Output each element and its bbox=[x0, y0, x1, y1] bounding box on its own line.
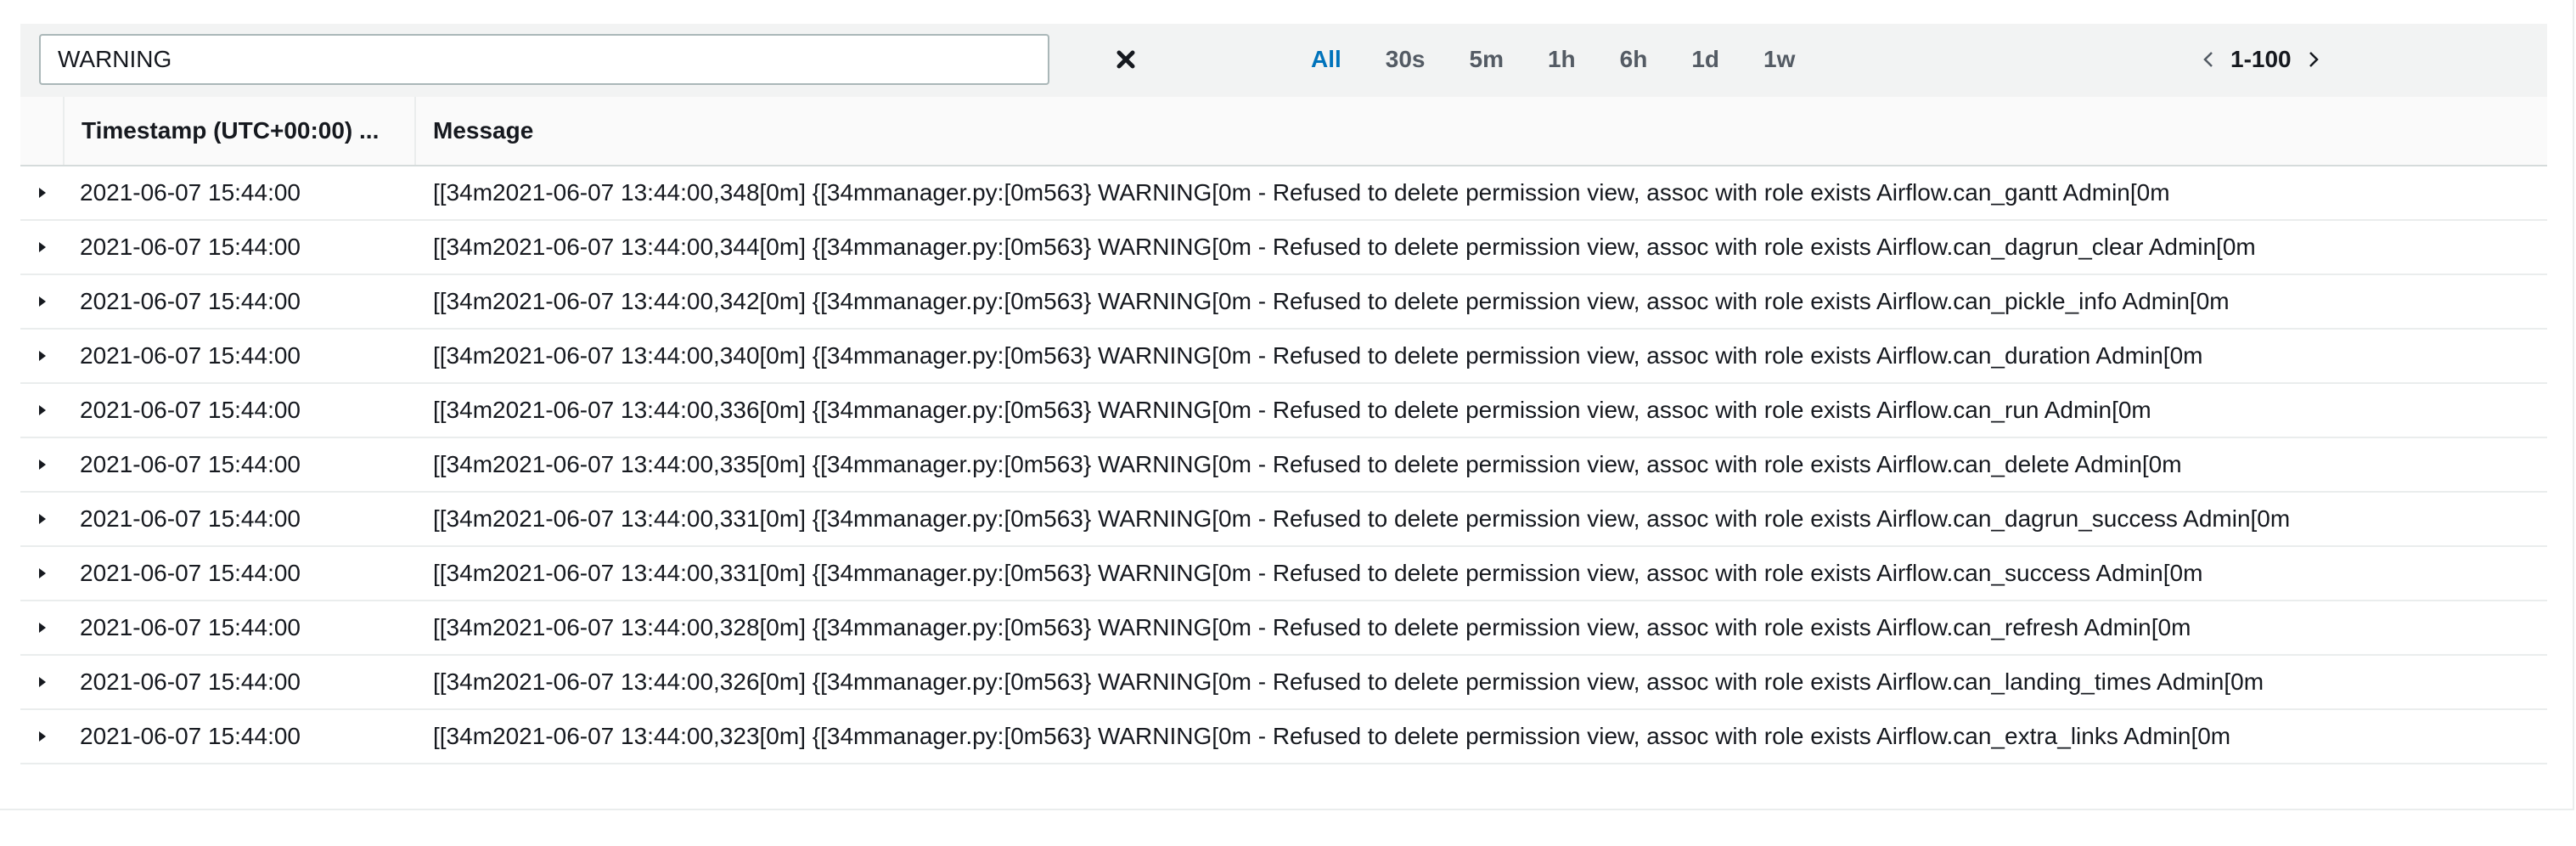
expand-row-button[interactable] bbox=[20, 601, 65, 654]
caret-right-icon bbox=[39, 405, 46, 415]
table-row[interactable]: 2021-06-07 15:44:00 [[34m2021-06-07 13:4… bbox=[20, 656, 2547, 710]
timestamp-cell: 2021-06-07 15:44:00 bbox=[80, 560, 301, 586]
table-row[interactable]: 2021-06-07 15:44:00 [[34m2021-06-07 13:4… bbox=[20, 493, 2547, 547]
time-filter-6h[interactable]: 6h bbox=[1620, 46, 1648, 73]
time-filter-30s[interactable]: 30s bbox=[1386, 46, 1426, 73]
table-row[interactable]: 2021-06-07 15:44:00 [[34m2021-06-07 13:4… bbox=[20, 166, 2547, 221]
table-row[interactable]: 2021-06-07 15:44:00 [[34m2021-06-07 13:4… bbox=[20, 601, 2547, 656]
table-row[interactable]: 2021-06-07 15:44:00 [[34m2021-06-07 13:4… bbox=[20, 221, 2547, 275]
close-icon bbox=[1116, 50, 1135, 69]
caret-right-icon bbox=[39, 296, 46, 307]
message-cell: [[34m2021-06-07 13:44:00,348[0m] {[34mma… bbox=[433, 179, 2170, 206]
message-column-header: Message bbox=[433, 117, 534, 144]
message-cell: [[34m2021-06-07 13:44:00,340[0m] {[34mma… bbox=[433, 342, 2203, 369]
message-cell: [[34m2021-06-07 13:44:00,323[0m] {[34mma… bbox=[433, 723, 2231, 749]
caret-right-icon bbox=[39, 351, 46, 361]
log-toolbar: All 30s 5m 1h 6h 1d 1w 1-100 bbox=[20, 24, 2547, 99]
expand-row-button[interactable] bbox=[20, 547, 65, 600]
log-events-table: Timestamp (UTC+00:00) ... Message 2021-0… bbox=[20, 97, 2547, 764]
expand-row-button[interactable] bbox=[20, 166, 65, 219]
timestamp-cell: 2021-06-07 15:44:00 bbox=[80, 614, 301, 640]
timestamp-cell: 2021-06-07 15:44:00 bbox=[80, 342, 301, 369]
caret-right-icon bbox=[39, 731, 46, 742]
timestamp-cell: 2021-06-07 15:44:00 bbox=[80, 397, 301, 423]
timestamp-column-header[interactable]: Timestamp (UTC+00:00) ... bbox=[65, 97, 416, 165]
table-row[interactable]: 2021-06-07 15:44:00 [[34m2021-06-07 13:4… bbox=[20, 384, 2547, 438]
message-cell: [[34m2021-06-07 13:44:00,331[0m] {[34mma… bbox=[433, 505, 2291, 532]
time-filter-5m[interactable]: 5m bbox=[1470, 46, 1504, 73]
timestamp-cell: 2021-06-07 15:44:00 bbox=[80, 451, 301, 477]
next-page-button[interactable] bbox=[2303, 42, 2324, 76]
table-row[interactable]: 2021-06-07 15:44:00 [[34m2021-06-07 13:4… bbox=[20, 275, 2547, 330]
expand-row-button[interactable] bbox=[20, 493, 65, 545]
timestamp-cell: 2021-06-07 15:44:00 bbox=[80, 179, 301, 206]
caret-right-icon bbox=[39, 460, 46, 470]
expand-column-header bbox=[20, 97, 65, 165]
pagination: 1-100 bbox=[2198, 39, 2324, 80]
page-range: 1-100 bbox=[2230, 46, 2292, 72]
expand-row-button[interactable] bbox=[20, 330, 65, 382]
caret-right-icon bbox=[39, 514, 46, 524]
expand-row-button[interactable] bbox=[20, 275, 65, 328]
message-cell: [[34m2021-06-07 13:44:00,342[0m] {[34mma… bbox=[433, 288, 2230, 314]
message-cell: [[34m2021-06-07 13:44:00,326[0m] {[34mma… bbox=[433, 668, 2264, 695]
time-filter-1h[interactable]: 1h bbox=[1548, 46, 1576, 73]
time-range-filters: All 30s 5m 1h 6h 1d 1w bbox=[1311, 39, 1839, 80]
message-cell: [[34m2021-06-07 13:44:00,344[0m] {[34mma… bbox=[433, 234, 2256, 260]
chevron-left-icon bbox=[2203, 52, 2213, 67]
expand-row-button[interactable] bbox=[20, 710, 65, 763]
caret-right-icon bbox=[39, 568, 46, 578]
caret-right-icon bbox=[39, 677, 46, 687]
expand-row-button[interactable] bbox=[20, 384, 65, 437]
message-cell: [[34m2021-06-07 13:44:00,335[0m] {[34mma… bbox=[433, 451, 2182, 477]
prev-page-button[interactable] bbox=[2198, 42, 2219, 76]
table-row[interactable]: 2021-06-07 15:44:00 [[34m2021-06-07 13:4… bbox=[20, 330, 2547, 384]
expand-row-button[interactable] bbox=[20, 221, 65, 274]
timestamp-cell: 2021-06-07 15:44:00 bbox=[80, 723, 301, 749]
timestamp-cell: 2021-06-07 15:44:00 bbox=[80, 668, 301, 695]
expand-row-button[interactable] bbox=[20, 656, 65, 708]
table-row[interactable]: 2021-06-07 15:44:00 [[34m2021-06-07 13:4… bbox=[20, 547, 2547, 601]
filter-events-input[interactable] bbox=[39, 34, 1049, 85]
message-cell: [[34m2021-06-07 13:44:00,328[0m] {[34mma… bbox=[433, 614, 2191, 640]
table-header: Timestamp (UTC+00:00) ... Message bbox=[20, 97, 2547, 166]
table-row[interactable]: 2021-06-07 15:44:00 [[34m2021-06-07 13:4… bbox=[20, 710, 2547, 764]
expand-row-button[interactable] bbox=[20, 438, 65, 491]
log-events-panel: All 30s 5m 1h 6h 1d 1w 1-100 Ti bbox=[0, 0, 2574, 810]
message-cell: [[34m2021-06-07 13:44:00,336[0m] {[34mma… bbox=[433, 397, 2151, 423]
timestamp-cell: 2021-06-07 15:44:00 bbox=[80, 288, 301, 314]
time-filter-1d[interactable]: 1d bbox=[1691, 46, 1719, 73]
message-cell: [[34m2021-06-07 13:44:00,331[0m] {[34mma… bbox=[433, 560, 2203, 586]
time-filter-all[interactable]: All bbox=[1311, 46, 1341, 73]
chevron-right-icon bbox=[2309, 52, 2319, 67]
time-filter-1w[interactable]: 1w bbox=[1763, 46, 1795, 73]
timestamp-cell: 2021-06-07 15:44:00 bbox=[80, 234, 301, 260]
caret-right-icon bbox=[39, 242, 46, 252]
timestamp-cell: 2021-06-07 15:44:00 bbox=[80, 505, 301, 532]
caret-right-icon bbox=[39, 623, 46, 633]
caret-right-icon bbox=[39, 188, 46, 198]
table-row[interactable]: 2021-06-07 15:44:00 [[34m2021-06-07 13:4… bbox=[20, 438, 2547, 493]
panel-top-strip bbox=[20, 0, 2547, 25]
clear-filter-button[interactable] bbox=[1109, 42, 1143, 76]
